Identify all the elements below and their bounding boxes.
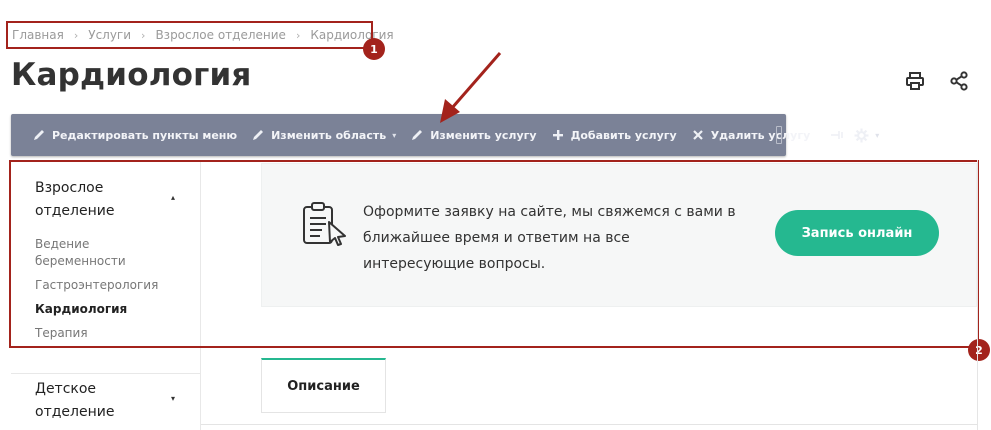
edit-service-label: Изменить услугу xyxy=(430,128,537,142)
chevron-up-icon[interactable]: ▴ xyxy=(171,193,175,202)
tab-description[interactable]: Описание xyxy=(261,358,386,413)
sidebar-item-cardiology[interactable]: Кардиология xyxy=(35,301,127,318)
sidebar-item-gastroenterology[interactable]: Гастроэнтерология xyxy=(35,277,158,294)
sidebar-group-children-title-line1[interactable]: Детское xyxy=(35,378,96,400)
delete-service-label: Удалить услугу xyxy=(710,128,811,142)
chevron-down-icon: ▾ xyxy=(875,130,880,140)
page-actions xyxy=(905,71,969,91)
share-icon[interactable] xyxy=(949,71,969,91)
add-service-button[interactable]: Добавить услугу xyxy=(544,114,684,156)
edit-menu-items-label: Редактировать пункты меню xyxy=(52,128,238,142)
chevron-down-icon: ▾ xyxy=(392,130,397,140)
chevron-down-icon[interactable]: ▾ xyxy=(171,394,175,403)
gear-icon xyxy=(854,128,869,142)
edit-service-button[interactable]: Изменить услугу xyxy=(403,114,543,156)
sidebar-divider xyxy=(11,373,201,374)
annotation-marker-2: 2 xyxy=(968,339,990,361)
pin-icon xyxy=(831,131,844,139)
close-icon xyxy=(692,130,703,140)
sidebar-item-pregnancy-line1[interactable]: Ведение xyxy=(35,236,89,253)
sidebar-group-children-title-line2[interactable]: отделение xyxy=(35,401,114,423)
sidebar-nav: Взрослое отделение ▴ Ведение беременност… xyxy=(11,161,201,430)
pencil-icon xyxy=(34,130,44,140)
sidebar-item-therapy[interactable]: Терапия xyxy=(35,325,88,342)
edit-area-button[interactable]: Изменить область ▾ xyxy=(244,114,403,156)
add-service-label: Добавить услугу xyxy=(570,128,677,142)
annotation-marker-1: 1 xyxy=(363,38,385,60)
request-text-line-1: Оформите заявку на сайте, мы свяжемся с … xyxy=(363,204,736,220)
content-border xyxy=(977,160,978,430)
online-request-panel: Оформите заявку на сайте, мы свяжемся с … xyxy=(261,163,977,307)
tabs-baseline xyxy=(201,424,977,425)
annotation-box-1 xyxy=(6,21,373,49)
edit-area-label: Изменить область xyxy=(271,128,387,142)
online-appointment-button[interactable]: Запись онлайн xyxy=(775,210,939,256)
pencil-icon xyxy=(253,130,264,140)
sidebar-group-adult-title-line2[interactable]: отделение xyxy=(35,200,114,222)
sidebar-item-pregnancy-line2[interactable]: беременности xyxy=(35,253,126,270)
toolbar-resize-handle[interactable] xyxy=(776,126,782,144)
plus-icon xyxy=(552,130,563,140)
page-title: Кардиология xyxy=(11,57,252,93)
toolbar-settings-button[interactable]: ▾ xyxy=(849,114,884,156)
pencil-icon xyxy=(412,130,423,140)
print-icon[interactable] xyxy=(905,71,925,91)
request-description: Оформите заявку на сайте, мы свяжемся с … xyxy=(363,199,763,277)
sidebar-group-adult-title-line1[interactable]: Взрослое xyxy=(35,177,103,199)
request-text-line-3: интересующие вопросы. xyxy=(363,256,546,272)
clipboard-cursor-icon xyxy=(303,202,346,246)
pin-toolbar-button[interactable] xyxy=(825,114,849,156)
delete-service-button[interactable]: Удалить услугу xyxy=(684,114,818,156)
edit-menu-items-button[interactable]: Редактировать пункты меню xyxy=(25,114,244,156)
admin-toolbar: Редактировать пункты меню Изменить облас… xyxy=(11,114,879,156)
request-text-line-2: ближайшее время и ответим на все xyxy=(363,230,630,246)
